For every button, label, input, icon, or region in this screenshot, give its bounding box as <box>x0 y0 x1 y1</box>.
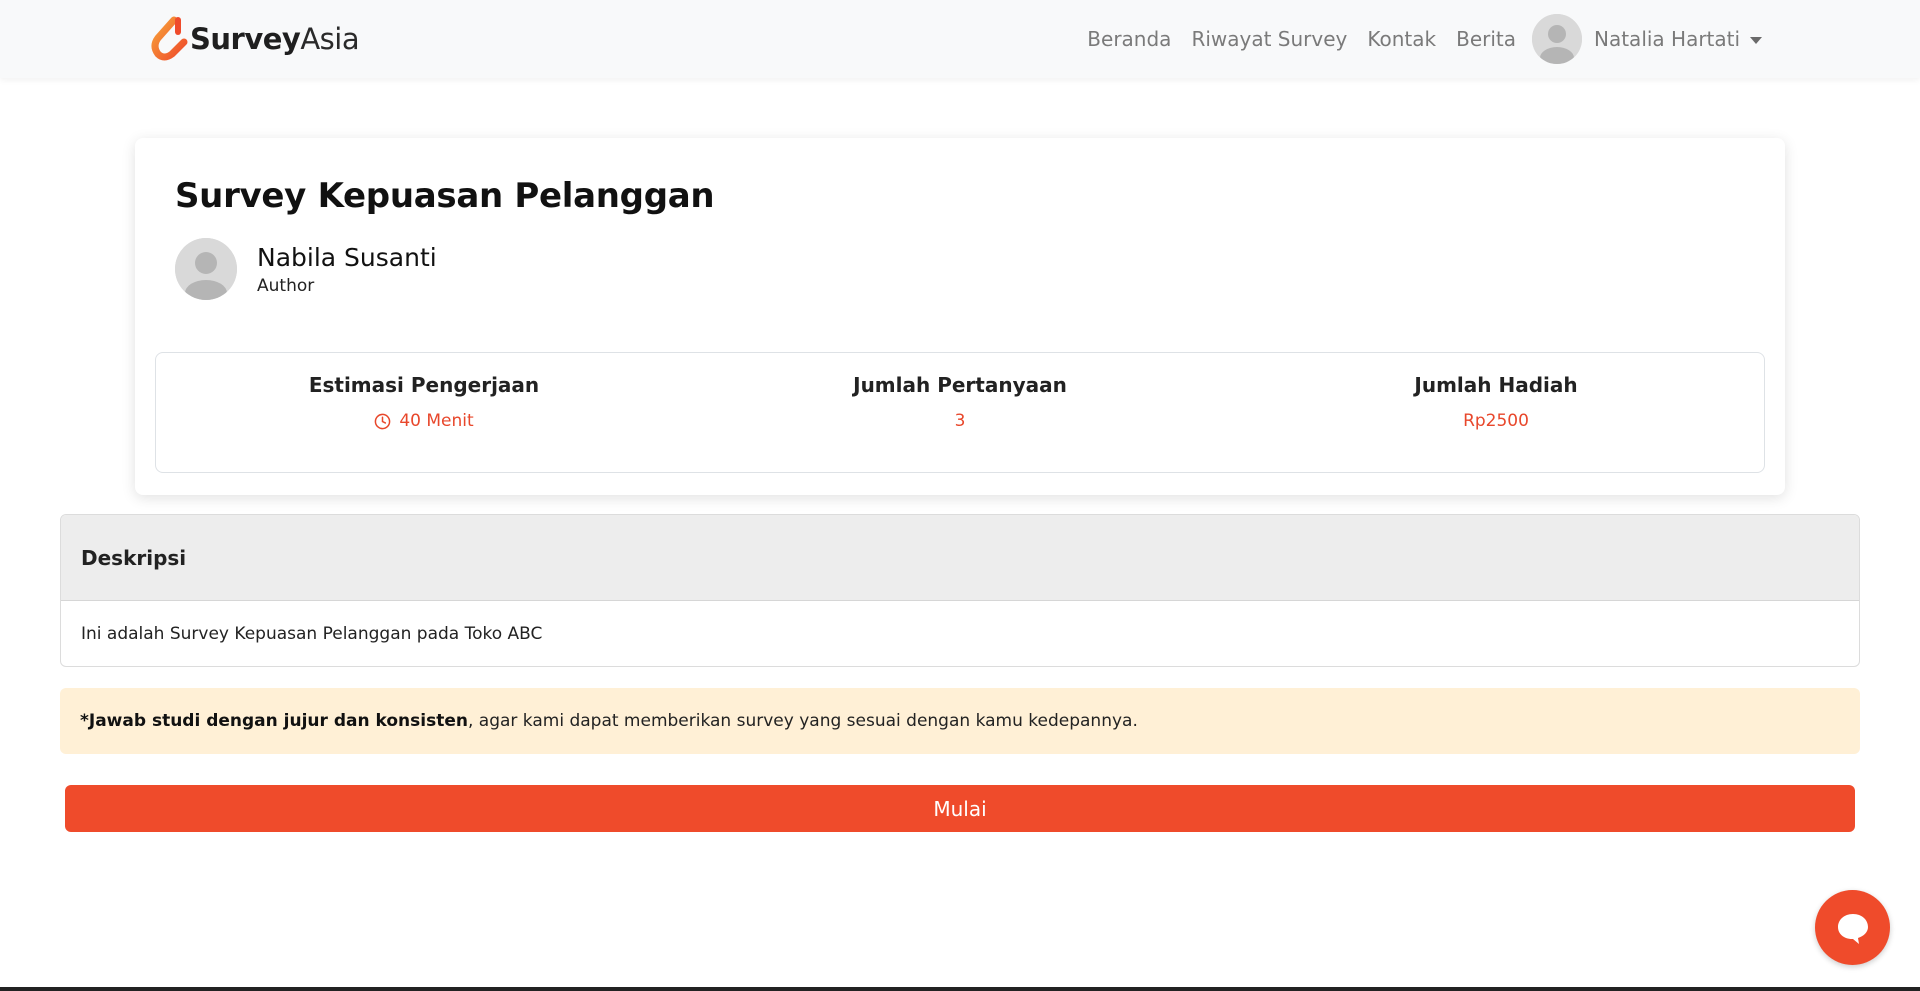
author-row: Nabila Susanti Author <box>175 238 437 300</box>
user-avatar-icon <box>1532 14 1582 64</box>
description-card: Deskripsi Ini adalah Survey Kepuasan Pel… <box>60 514 1860 667</box>
survey-info-card: Survey Kepuasan Pelanggan Nabila Susanti… <box>135 138 1785 495</box>
stat-value: Rp2500 <box>1463 411 1529 431</box>
nav-link-berita[interactable]: Berita <box>1456 27 1516 51</box>
stat-value-text: 40 Menit <box>399 411 474 431</box>
chat-bubble-icon <box>1837 913 1868 944</box>
nav-link-riwayat-survey[interactable]: Riwayat Survey <box>1191 27 1347 51</box>
user-avatar <box>1532 14 1582 64</box>
survey-title: Survey Kepuasan Pelanggan <box>175 176 715 216</box>
bottom-border <box>0 987 1920 991</box>
author-name: Nabila Susanti <box>257 242 437 272</box>
brand-name-light: Asia <box>300 22 360 56</box>
notice-alert: *Jawab studi dengan jujur dan konsisten,… <box>60 688 1860 754</box>
stat-hadiah: Jumlah Hadiah Rp2500 <box>1228 353 1764 472</box>
brand-logo-link[interactable]: SurveyAsia <box>148 14 360 64</box>
description-heading: Deskripsi <box>61 515 1859 601</box>
stat-value: 40 Menit <box>374 411 474 431</box>
caret-down-icon <box>1750 36 1763 44</box>
user-menu-dropdown[interactable]: Natalia Hartati <box>1532 14 1763 64</box>
stat-pertanyaan: Jumlah Pertanyaan 3 <box>692 353 1228 472</box>
start-survey-button[interactable]: Mulai <box>65 785 1855 832</box>
author-avatar-icon <box>175 238 237 300</box>
stat-value: 3 <box>954 411 966 431</box>
user-name: Natalia Hartati <box>1594 27 1741 51</box>
nav-link-kontak[interactable]: Kontak <box>1367 27 1436 51</box>
brand-name-bold: Survey <box>190 22 301 56</box>
surveyasia-logo-icon <box>151 16 188 61</box>
clock-icon <box>374 413 391 429</box>
stat-label: Jumlah Hadiah <box>1414 373 1578 397</box>
stat-label: Estimasi Pengerjaan <box>308 373 540 397</box>
chat-widget-button[interactable] <box>1815 890 1890 965</box>
navbar: SurveyAsia Beranda Riwayat Survey Kontak… <box>0 0 1920 78</box>
notice-text: , agar kami dapat memberikan survey yang… <box>467 711 1138 731</box>
nav-link-beranda[interactable]: Beranda <box>1087 27 1171 51</box>
stat-estimasi: Estimasi Pengerjaan 40 Menit <box>156 353 692 472</box>
stat-label: Jumlah Pertanyaan <box>853 373 1067 397</box>
survey-stats: Estimasi Pengerjaan 40 Menit Jumlah Pert… <box>155 352 1765 473</box>
author-role: Author <box>257 275 315 296</box>
author-avatar <box>175 238 237 300</box>
notice-bold-text: *Jawab studi dengan jujur dan konsisten <box>80 711 468 731</box>
nav-links: Beranda Riwayat Survey Kontak Berita <box>1067 0 1516 78</box>
description-body: Ini adalah Survey Kepuasan Pelanggan pad… <box>81 624 543 644</box>
